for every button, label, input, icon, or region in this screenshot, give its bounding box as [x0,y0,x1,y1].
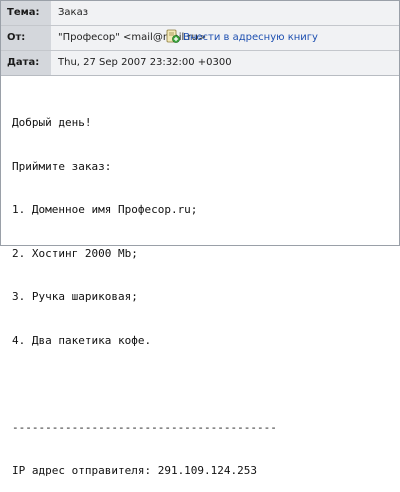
from-label: От: [1,26,51,50]
body-line: 2. Хостинг 2000 Mb; [12,246,138,260]
date-label: Дата: [1,51,51,75]
message-body: Добрый день! Приймите заказ: 1. Доменное… [12,87,277,492]
body-line: 4. Два пакетика кофе. [12,333,152,347]
subject-label: Тема: [1,1,51,25]
subject-value: Заказ [51,1,399,25]
header-bottom-border [1,75,399,76]
body-line: 1. Доменное имя Професор.ru; [12,203,198,216]
signature-divider: ---------------------------------------- [12,420,277,434]
body-line: Приймите заказ: [12,159,112,173]
add-to-address-book-label: Внести в адресную книгу [183,32,318,43]
body-line: Добрый день! [12,116,92,129]
body-line: 3. Ручка шариковая; [12,290,138,303]
body-blank-line [12,377,277,392]
from-row: От: "Професор" <mail@mail.ru> Внести в а… [1,26,399,50]
add-to-address-book-link[interactable]: Внести в адресную книгу [166,26,318,50]
date-row: Дата: Thu, 27 Sep 2007 23:32:00 +0300 [1,51,399,75]
sender-ip-line: IP адрес отправителя: 291.109.124.253 [12,464,258,477]
address-book-add-icon [166,29,180,43]
email-viewer: Тема: Заказ От: "Професор" <mail@mail.ru… [0,0,400,477]
date-value: Thu, 27 Sep 2007 23:32:00 +0300 [51,51,399,75]
subject-row: Тема: Заказ [1,1,399,25]
